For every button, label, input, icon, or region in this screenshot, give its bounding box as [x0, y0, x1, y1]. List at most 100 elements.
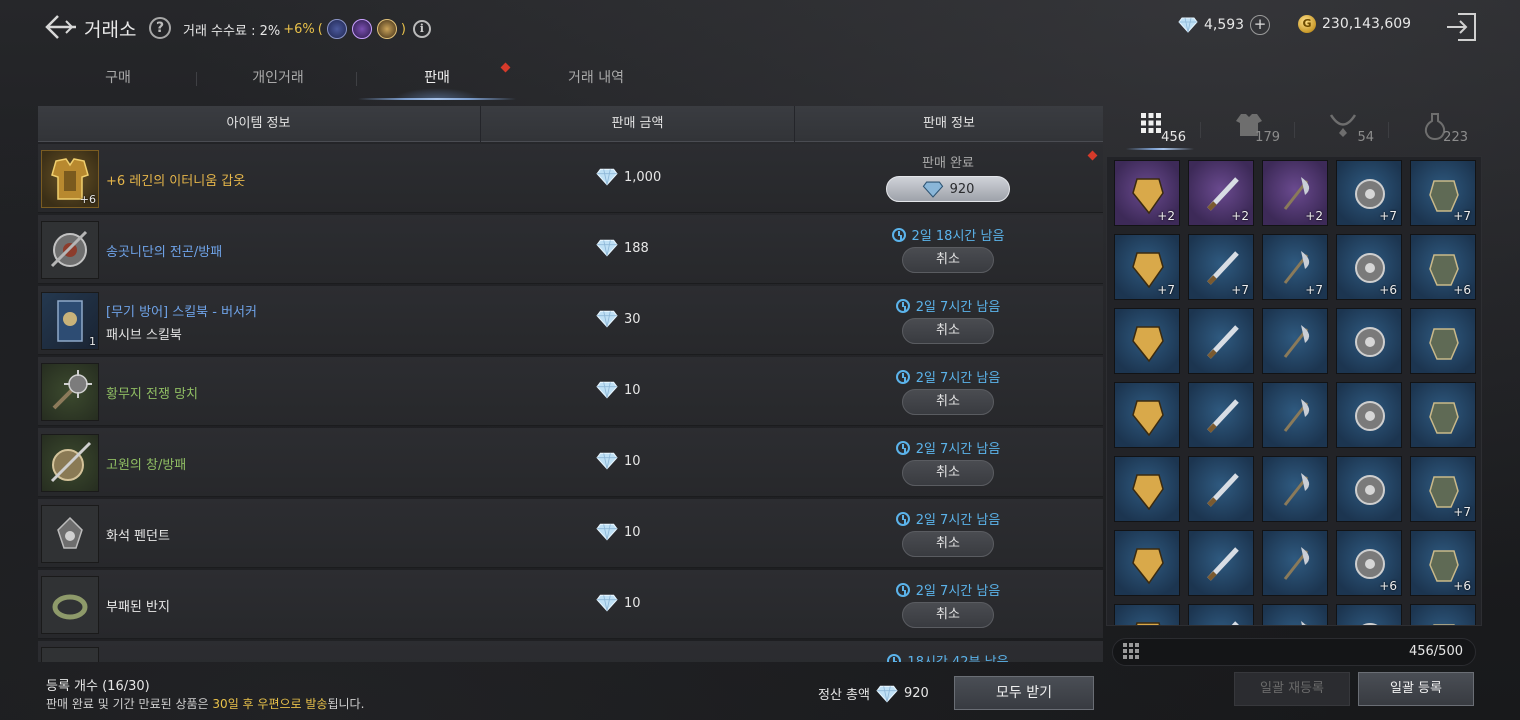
inventory-slot[interactable] [1336, 456, 1402, 522]
inventory-slot[interactable] [1114, 604, 1180, 625]
inventory-slot[interactable]: +2 [1188, 160, 1254, 226]
time-remaining-text: 2일 7시간 남음 [915, 513, 1001, 528]
item-icon [1231, 621, 1239, 625]
inventory-slot[interactable] [1114, 456, 1180, 522]
exit-button[interactable] [1444, 11, 1478, 43]
inventory-slot[interactable] [1410, 308, 1476, 374]
inventory-slot[interactable] [1114, 530, 1180, 596]
inventory-slot[interactable]: +7 [1262, 234, 1328, 300]
item-icon [1135, 622, 1161, 625]
table-row[interactable]: 고원의 창/방패 10 2일 7시간 남음 취소 [38, 428, 1103, 497]
inventory-slot[interactable] [1114, 308, 1180, 374]
settlement-total-label: 정산 총액 [818, 688, 870, 703]
inventory-slot[interactable]: +6 [1336, 530, 1402, 596]
inventory-tab-accessory[interactable]: 54 [1294, 106, 1388, 152]
inventory-slot[interactable]: +6 [1410, 530, 1476, 596]
table-row[interactable]: +6 +6 레긴의 이터니움 갑옷 1,000 판매 완료 920 [38, 144, 1103, 213]
inventory-slot[interactable] [1262, 456, 1328, 522]
sell-tab-notification-dot [500, 62, 511, 73]
inventory-slot[interactable] [1262, 308, 1328, 374]
table-row[interactable]: 황무지 전쟁 망치 10 2일 7시간 남음 취소 [38, 357, 1103, 426]
inventory-slot[interactable] [1336, 308, 1402, 374]
table-row[interactable]: 부패된 반지 10 2일 7시간 남음 취소 [38, 570, 1103, 639]
inventory-tab-count: 179 [1255, 130, 1280, 145]
inventory-slot[interactable] [1188, 530, 1254, 596]
cancel-button[interactable]: 취소 [902, 389, 994, 415]
clock-icon [895, 440, 910, 455]
cancel-button[interactable]: 취소 [902, 531, 994, 557]
help-button[interactable]: ? [149, 17, 171, 39]
inventory-slot[interactable] [1188, 604, 1254, 625]
inventory-tab-underline [1126, 148, 1194, 150]
time-remaining: 2일 7시간 남음 [838, 367, 1058, 386]
tab-sell[interactable]: 판매 [384, 60, 490, 100]
inventory-slot[interactable] [1262, 382, 1328, 448]
claim-payout-button[interactable]: 920 [886, 176, 1010, 202]
item-icon [1283, 399, 1310, 432]
cancel-button[interactable]: 취소 [902, 602, 994, 628]
inventory-slot[interactable]: +7 [1410, 456, 1476, 522]
bulk-reregister-button[interactable]: 일괄 재등록 [1234, 672, 1350, 706]
inventory-slot[interactable] [1188, 456, 1254, 522]
time-remaining-text: 2일 7시간 남음 [915, 442, 1001, 457]
item-icon [1132, 474, 1164, 511]
inventory-slot[interactable] [1410, 604, 1476, 625]
fee-buff-icon-2[interactable] [351, 19, 372, 39]
item-name: 고원의 창/방패 [106, 458, 187, 473]
price-value: 10 [624, 524, 641, 540]
sale-info: 2일 7시간 남음 취소 [838, 296, 1058, 344]
tab-private-trade[interactable]: 개인거래 [218, 60, 338, 100]
bulk-register-button[interactable]: 일괄 등록 [1358, 672, 1474, 706]
receive-all-button[interactable]: 모두 받기 [954, 676, 1094, 710]
table-row[interactable]: 18시간 42분 남음 [38, 641, 1103, 662]
inventory-slot[interactable]: +7 [1410, 160, 1476, 226]
item-icon [1355, 327, 1385, 357]
add-diamond-button[interactable]: + [1250, 15, 1271, 35]
inventory-slot[interactable] [1410, 382, 1476, 448]
back-button[interactable] [44, 12, 78, 42]
inventory-panel: 456 179 54 223 +2 +2 +2 +7 +7 +7 +7 +7 +6 +6 +7 +6 +… [1106, 106, 1482, 714]
exit-icon [1447, 13, 1476, 41]
inventory-slot[interactable] [1262, 604, 1328, 625]
fee-buff-icon-1[interactable] [326, 19, 347, 39]
inventory-tab-equipment[interactable]: 179 [1200, 106, 1294, 152]
time-remaining: 18시간 42분 남음 [838, 651, 1058, 662]
tab-buy[interactable]: 구매 [68, 60, 168, 100]
inventory-slot[interactable] [1336, 382, 1402, 448]
time-remaining-text: 2일 18시간 남음 [911, 229, 1005, 244]
inventory-slot[interactable]: +6 [1336, 234, 1402, 300]
tab-trade-history[interactable]: 거래 내역 [546, 60, 646, 100]
table-row[interactable]: 송곳니단의 전곤/방패 188 2일 18시간 남음 취소 [38, 215, 1103, 284]
inventory-slot[interactable]: +2 [1114, 160, 1180, 226]
inventory-slot[interactable]: +6 [1410, 234, 1476, 300]
table-row[interactable]: 화석 펜던트 10 2일 7시간 남음 취소 [38, 499, 1103, 568]
header-bar: 거래소 ? 거래 수수료 : 2% +6% ( ) i 4,593 + G 23… [0, 0, 1520, 56]
inventory-slot[interactable]: +7 [1336, 160, 1402, 226]
inventory-slot[interactable]: +2 [1262, 160, 1328, 226]
item-name: 황무지 전쟁 망치 [106, 387, 198, 402]
sale-info: 2일 7시간 남음 취소 [838, 509, 1058, 557]
inventory-grid-container: +2 +2 +2 +7 +7 +7 +7 +7 +6 +6 +7 +6 +6 [1106, 156, 1482, 626]
item-icon [1207, 473, 1239, 507]
inventory-tab-consumable[interactable]: 223 [1388, 106, 1482, 152]
inventory-slot[interactable]: +7 [1114, 234, 1180, 300]
inventory-slot[interactable] [1336, 604, 1402, 625]
cancel-button[interactable]: 취소 [902, 460, 994, 486]
info-button[interactable]: i [412, 20, 431, 38]
cancel-button[interactable]: 취소 [902, 247, 994, 273]
inventory-tab-all[interactable]: 456 [1106, 106, 1200, 152]
inventory-slot[interactable] [1188, 308, 1254, 374]
trade-fee-label: 거래 수수료 : 2% [183, 23, 281, 39]
price-value: 10 [624, 382, 641, 398]
cancel-button[interactable]: 취소 [902, 318, 994, 344]
table-row[interactable]: 1 [무기 방어] 스킬북 - 버서커 패시브 스킬북 30 2일 7시간 남음… [38, 286, 1103, 355]
fee-buff-icon-3[interactable] [376, 19, 397, 39]
ring-item-icon [41, 576, 99, 634]
inventory-slot[interactable] [1262, 530, 1328, 596]
inventory-slot[interactable] [1188, 382, 1254, 448]
tab-divider [356, 72, 357, 86]
inventory-slot[interactable]: +7 [1188, 234, 1254, 300]
diamond-icon [596, 452, 618, 470]
time-remaining-text: 2일 7시간 남음 [915, 300, 1001, 315]
inventory-slot[interactable] [1114, 382, 1180, 448]
